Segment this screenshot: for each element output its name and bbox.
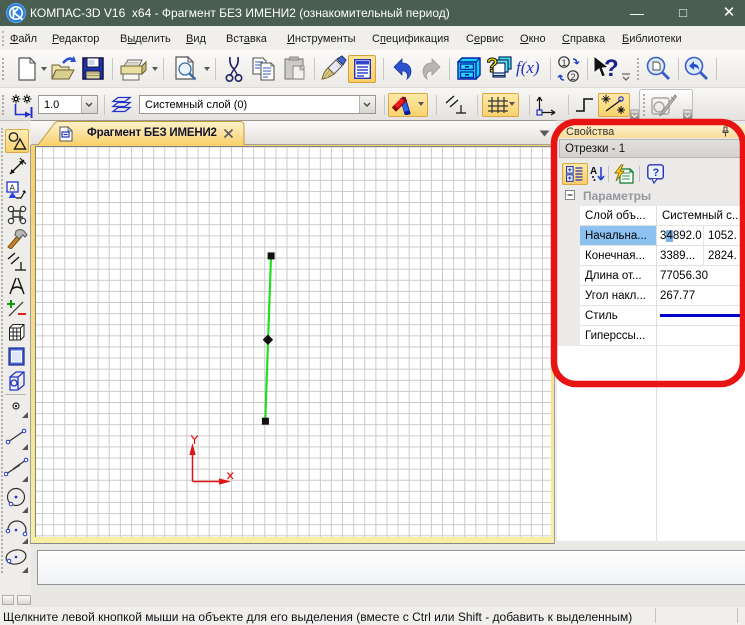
svg-text:2: 2 bbox=[571, 72, 576, 82]
svg-text:?: ? bbox=[604, 55, 619, 82]
svg-text:A: A bbox=[10, 184, 16, 193]
svg-text:?: ? bbox=[487, 55, 498, 77]
svg-text:1: 1 bbox=[562, 58, 567, 68]
